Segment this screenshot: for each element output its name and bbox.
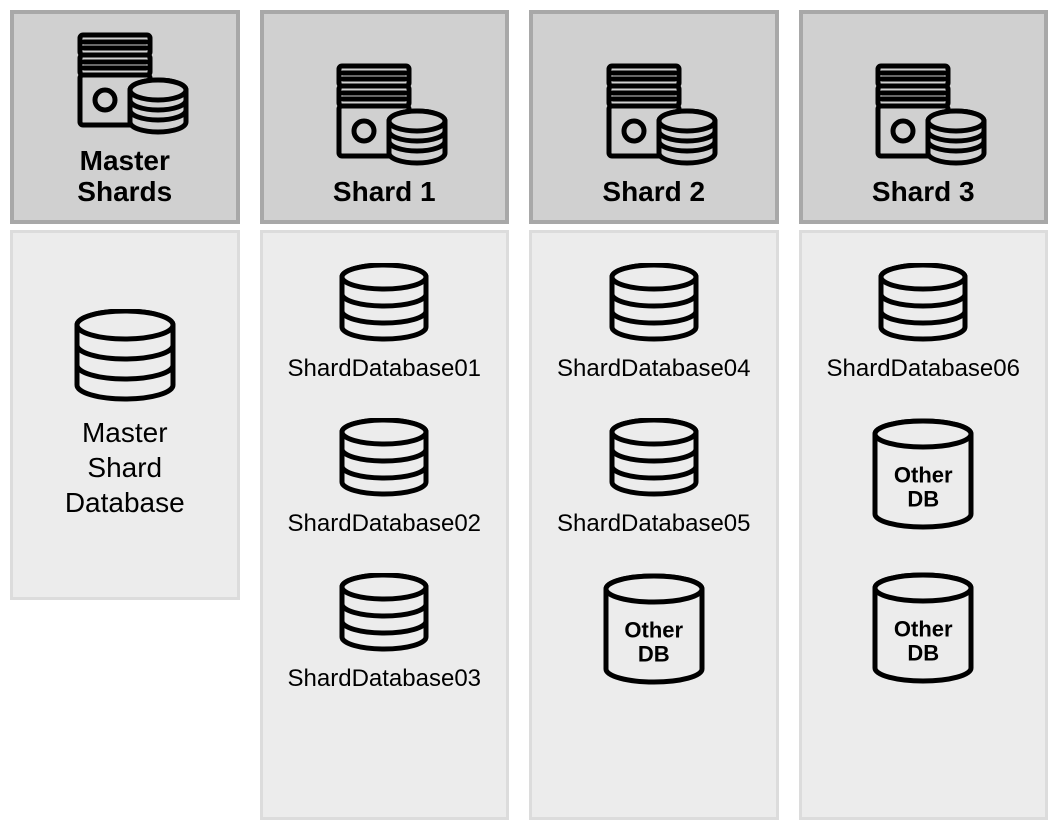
column-shard-2: Shard 2 ShardDatabase04 ShardDatabase05 … [529,10,778,820]
shard-3-title: Shard 3 [872,177,975,208]
shard-database-label: ShardDatabase05 [557,510,750,539]
shard-1-body: ShardDatabase01 ShardDatabase02 ShardDat… [260,230,509,820]
database-stack-icon [65,309,185,409]
shard-2-title: Shard 2 [602,177,705,208]
database-stack-icon [329,573,439,659]
master-title: MasterShards [77,146,172,208]
diagram-row: MasterShards MasterShardDatabase [10,10,1048,820]
shard-database: ShardDatabase06 [827,263,1020,384]
shard-3-header: Shard 3 [799,10,1048,224]
other-database: OtherDB [863,572,983,692]
other-database-label: OtherDB [594,618,714,666]
shard-database: ShardDatabase04 [557,263,750,384]
master-body: MasterShardDatabase [10,230,240,600]
shard-database-label: ShardDatabase03 [288,665,481,694]
shard-database: ShardDatabase01 [288,263,481,384]
shard-2-header: Shard 2 [529,10,778,224]
other-database: OtherDB [863,418,983,538]
column-shard-1: Shard 1 ShardDatabase01 ShardDatabase02 … [260,10,509,820]
master-database-label: MasterShardDatabase [65,415,185,520]
shard-database-label: ShardDatabase02 [288,510,481,539]
server-db-icon [848,61,998,171]
column-master: MasterShards MasterShardDatabase [10,10,240,820]
database-stack-icon [868,263,978,349]
database-stack-icon [329,263,439,349]
shard-database: ShardDatabase03 [288,573,481,694]
shard-database-label: ShardDatabase06 [827,355,1020,384]
shard-2-body: ShardDatabase04 ShardDatabase05 OtherDB [529,230,778,820]
other-database: OtherDB [594,573,714,693]
database-stack-icon [599,263,709,349]
shard-database: ShardDatabase02 [288,418,481,539]
shard-3-body: ShardDatabase06 OtherDB OtherDB [799,230,1048,820]
column-shard-3: Shard 3 ShardDatabase06 OtherDB OtherDB [799,10,1048,820]
database-stack-icon [329,418,439,504]
server-db-icon [579,61,729,171]
database-stack-icon [599,418,709,504]
shard-database-label: ShardDatabase04 [557,355,750,384]
shard-database: ShardDatabase05 [557,418,750,539]
server-db-icon [50,30,200,140]
master-header: MasterShards [10,10,240,224]
shard-1-header: Shard 1 [260,10,509,224]
other-database-label: OtherDB [863,463,983,511]
other-database-label: OtherDB [863,617,983,665]
shard-1-title: Shard 1 [333,177,436,208]
shard-database-label: ShardDatabase01 [288,355,481,384]
server-db-icon [309,61,459,171]
master-database: MasterShardDatabase [65,309,185,520]
